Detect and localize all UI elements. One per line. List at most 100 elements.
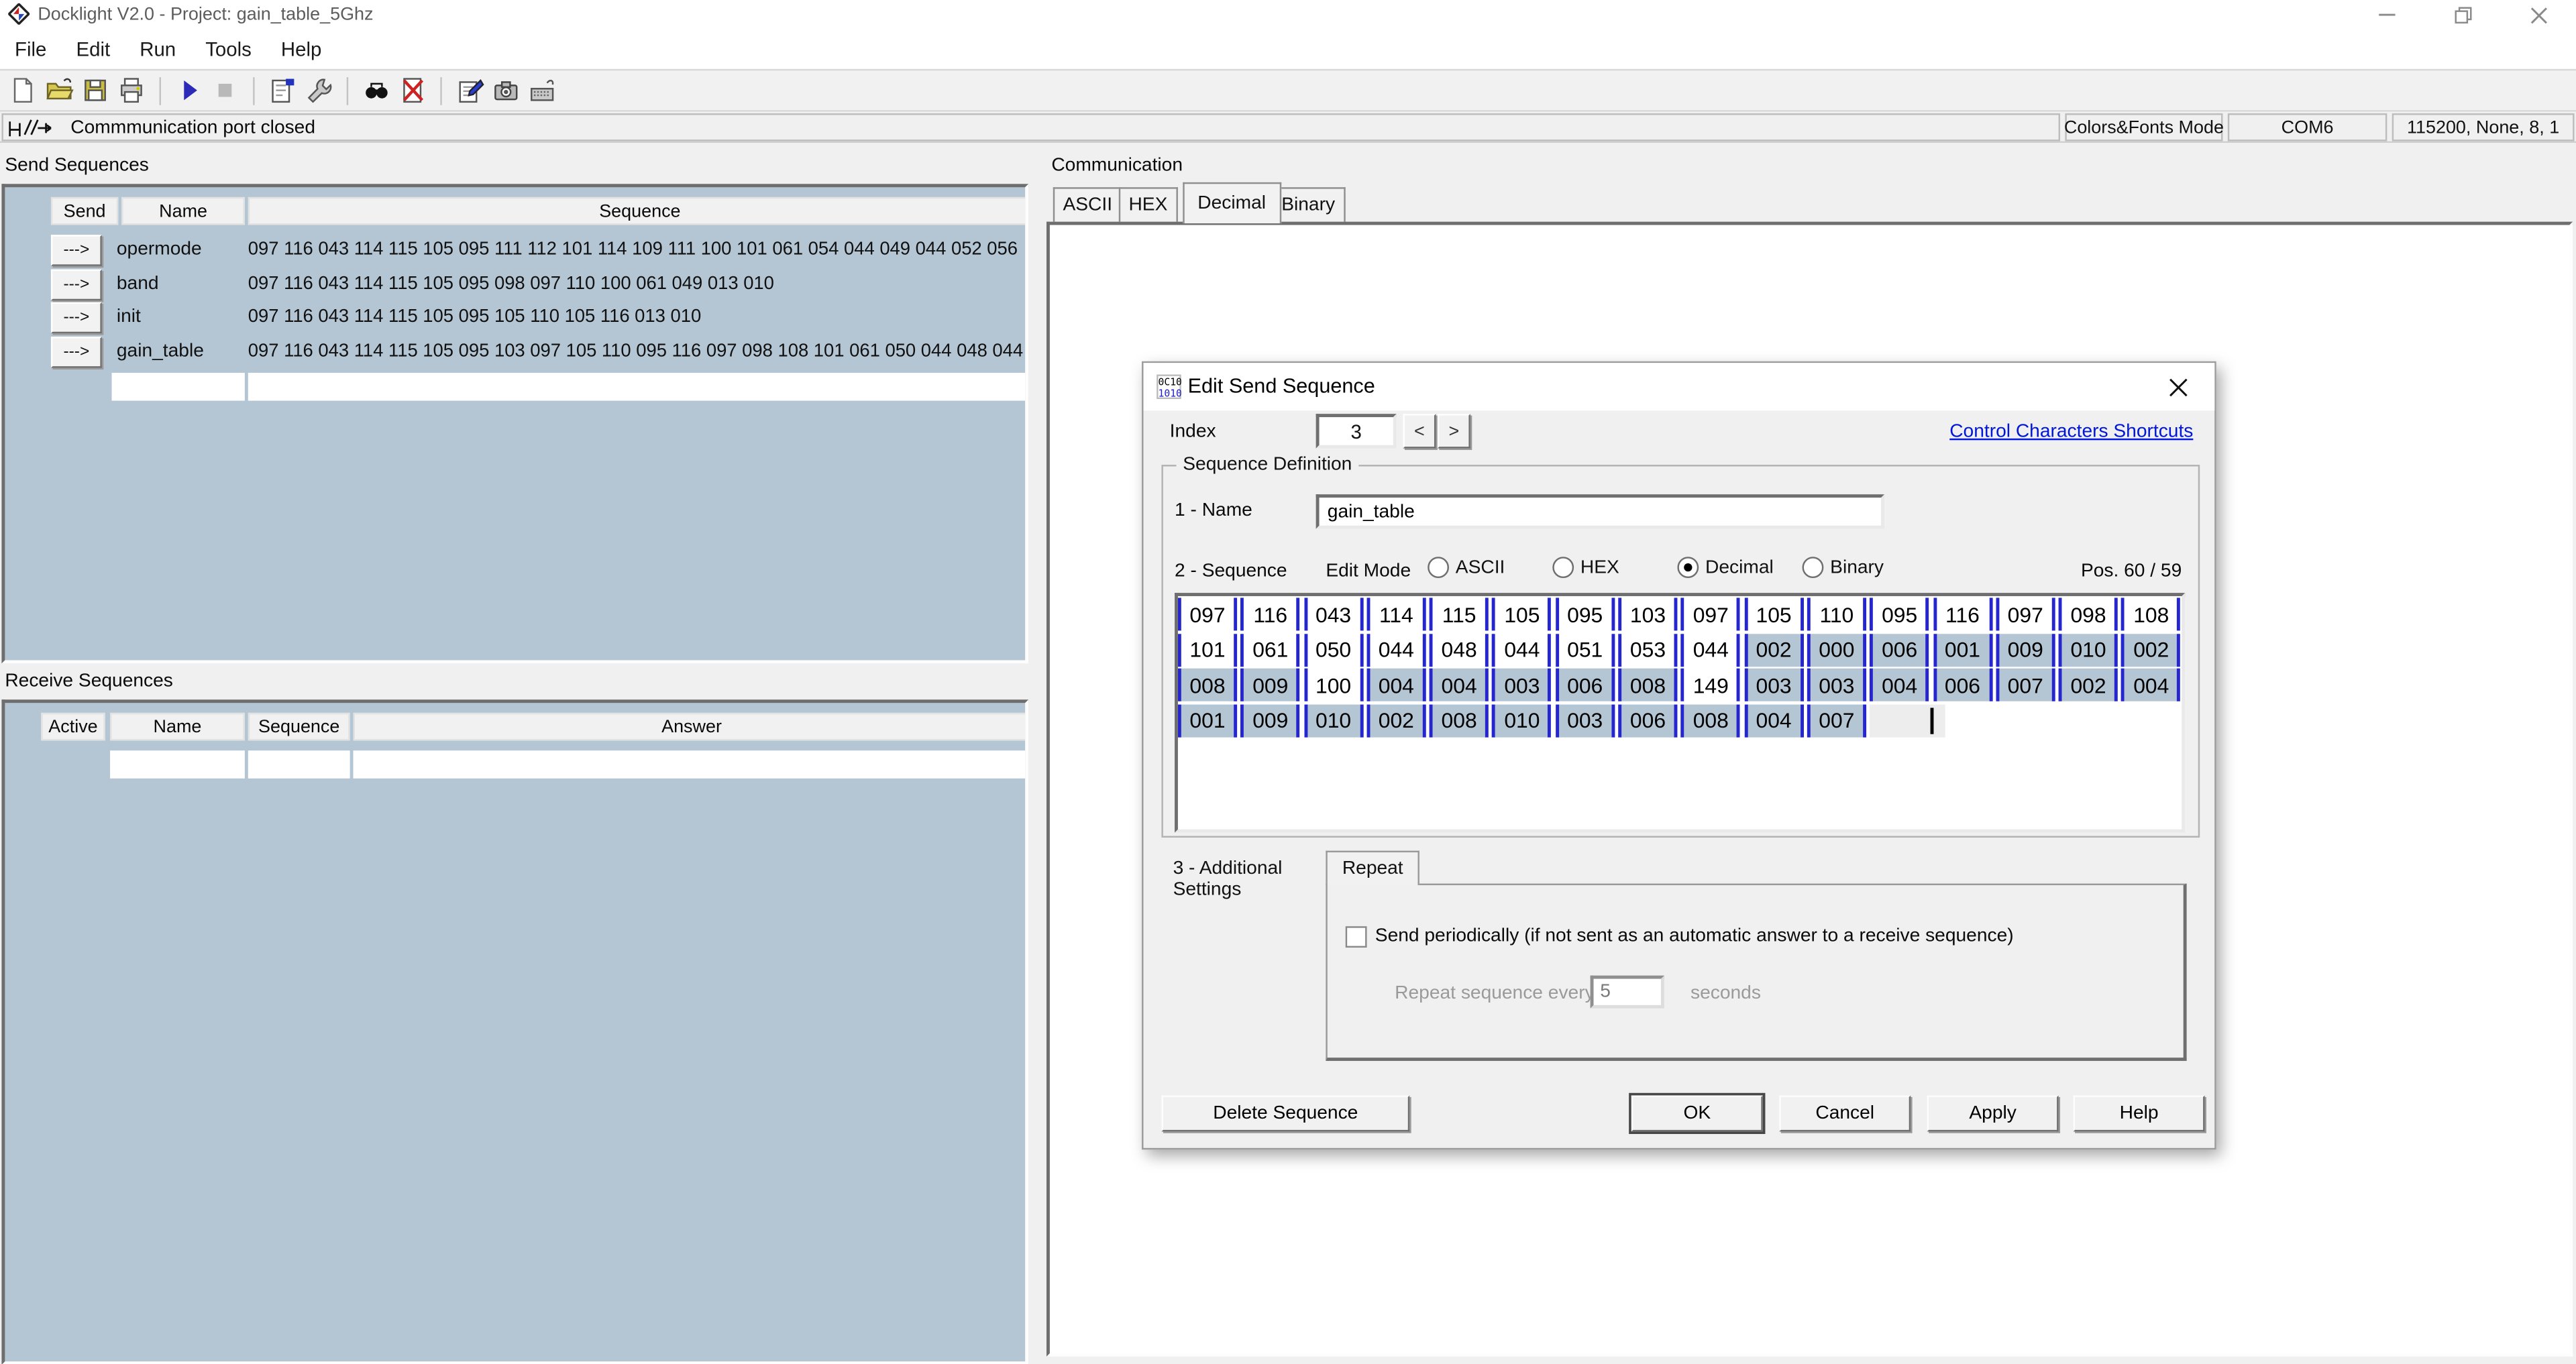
sequence-byte-cell[interactable]: 010 [1492,703,1552,737]
sequence-byte-cell[interactable]: 004 [1430,668,1489,701]
menu-item-edit[interactable]: Edit [61,38,125,60]
sequence-byte-cell[interactable]: 101 [1177,633,1238,667]
edit-mode-radio-ascii[interactable]: ASCII [1428,557,1552,579]
edit-notes-button[interactable] [451,72,488,109]
communication-tab-binary[interactable]: Binary [1271,187,1345,222]
sequence-byte-cell[interactable]: 003 [1744,668,1804,701]
cancel-button[interactable]: Cancel [1779,1095,1911,1132]
sequence-byte-cell[interactable]: 003 [1555,703,1615,737]
communication-tab-ascii[interactable]: ASCII [1053,187,1122,222]
sequence-byte-cell[interactable]: 097 [1996,598,2055,631]
sequence-byte-cell[interactable]: 051 [1555,633,1615,667]
sequence-byte-cell[interactable]: 116 [1240,598,1300,631]
menu-item-tools[interactable]: Tools [191,38,266,60]
sequence-byte-cell[interactable]: 008 [1430,703,1489,737]
sequence-byte-cell[interactable]: 105 [1744,598,1804,631]
sequence-byte-cell[interactable]: 095 [1870,598,1929,631]
sequence-byte-cell[interactable]: 050 [1303,633,1363,667]
sequence-byte-cell[interactable]: 114 [1366,598,1426,631]
project-settings-button[interactable] [264,72,301,109]
sequence-byte-cell[interactable]: 061 [1240,633,1300,667]
sequence-byte-cell[interactable]: 004 [1870,668,1929,701]
edit-mode-radio-binary[interactable]: Binary [1802,557,1927,579]
sequence-byte-cell[interactable]: 008 [1681,703,1741,737]
sequence-byte-cell[interactable]: 103 [1618,598,1678,631]
menu-item-help[interactable]: Help [266,38,337,60]
open-project-button[interactable] [41,72,77,109]
sequence-byte-cell[interactable]: 108 [2121,598,2181,631]
sequence-byte-cell[interactable]: 008 [1177,668,1238,701]
index-previous-button[interactable]: < [1403,414,1436,449]
sequence-byte-cell[interactable]: 006 [1555,668,1615,701]
repeat-tab[interactable]: Repeat [1326,850,1420,886]
sequence-byte-cell[interactable]: 100 [1303,668,1363,701]
sequence-byte-cell[interactable]: 002 [1366,703,1426,737]
sequence-byte-cell[interactable]: 008 [1618,668,1678,701]
find-sequence-button[interactable] [358,72,394,109]
sequence-byte-cell[interactable]: 009 [1240,703,1300,737]
minimize-button[interactable] [2349,0,2425,30]
sequence-name-input[interactable] [1316,494,1884,529]
delete-sequence-button[interactable]: Delete Sequence [1161,1095,1410,1132]
sequence-byte-cell[interactable]: 010 [1303,703,1363,737]
stop-communication-button[interactable] [207,72,244,109]
sequence-byte-cell[interactable]: 097 [1681,598,1741,631]
sequence-byte-cell[interactable]: 004 [2121,668,2181,701]
edit-mode-radio-hex[interactable]: HEX [1552,557,1677,579]
grid-cursor-cell[interactable] [1870,703,1946,737]
help-button[interactable]: Help [2073,1095,2205,1132]
sequence-byte-cell[interactable]: 010 [2058,633,2118,667]
port-settings-box[interactable]: 115200, None, 8, 1 [2392,113,2575,141]
sequence-byte-cell[interactable]: 004 [1744,703,1804,737]
sequence-byte-cell[interactable]: 003 [1492,668,1552,701]
sequence-byte-cell[interactable]: 044 [1366,633,1426,667]
sequence-byte-cell[interactable]: 001 [1933,633,1992,667]
sequence-byte-cell[interactable]: 006 [1933,668,1992,701]
sequence-byte-cell[interactable]: 003 [1807,668,1866,701]
sequence-byte-cell[interactable]: 009 [1240,668,1300,701]
sequence-byte-cell[interactable]: 044 [1681,633,1741,667]
sequence-byte-cell[interactable]: 098 [2058,598,2118,631]
sequence-byte-cell[interactable]: 000 [1807,633,1866,667]
save-project-button[interactable] [77,72,113,109]
sequence-byte-cell[interactable]: 009 [1996,633,2055,667]
start-communication-button[interactable] [171,72,207,109]
index-next-button[interactable]: > [1437,414,1470,449]
sequence-byte-cell[interactable]: 002 [2121,633,2181,667]
sequence-byte-cell[interactable]: 002 [1744,633,1804,667]
sequence-byte-cell[interactable]: 149 [1681,668,1741,701]
communication-tab-decimal[interactable]: Decimal [1183,182,1281,224]
edit-mode-radio-decimal[interactable]: Decimal [1677,557,1802,579]
index-value-box[interactable]: 3 [1316,414,1397,449]
apply-button[interactable]: Apply [1927,1095,2059,1132]
sequence-byte-cell[interactable]: 043 [1303,598,1363,631]
send-periodically-checkbox[interactable] [1345,926,1367,948]
sequence-byte-cell[interactable]: 053 [1618,633,1678,667]
sequence-byte-cell[interactable]: 105 [1492,598,1552,631]
close-window-button[interactable] [2500,0,2576,30]
sequence-byte-cell[interactable]: 044 [1492,633,1552,667]
snapshot-button[interactable] [488,72,524,109]
sequence-byte-cell[interactable]: 007 [1996,668,2055,701]
com-port-box[interactable]: COM6 [2227,113,2387,141]
sequence-byte-cell[interactable]: 001 [1177,703,1238,737]
ok-button[interactable]: OK [1631,1095,1763,1132]
sequence-byte-cell[interactable]: 095 [1555,598,1615,631]
sequence-byte-cell[interactable]: 006 [1618,703,1678,737]
clear-communication-button[interactable] [394,72,431,109]
print-button[interactable] [113,72,150,109]
new-project-button[interactable] [5,72,41,109]
sequence-byte-cell[interactable]: 110 [1807,598,1866,631]
sequence-byte-cell[interactable]: 048 [1430,633,1489,667]
restore-button[interactable] [2425,0,2501,30]
menu-item-file[interactable]: File [0,38,61,60]
control-characters-shortcuts-link[interactable]: Control Characters Shortcuts [1949,422,2193,441]
sequence-byte-cell[interactable]: 002 [2058,668,2118,701]
dialog-close-button[interactable] [2155,368,2202,406]
sequence-byte-cell[interactable]: 004 [1366,668,1426,701]
sequence-byte-cell[interactable]: 006 [1870,633,1929,667]
sequence-byte-cell[interactable]: 007 [1807,703,1866,737]
repeat-seconds-input[interactable] [1590,975,1664,1009]
menu-item-run[interactable]: Run [125,38,191,60]
communication-tab-hex[interactable]: HEX [1118,187,1178,222]
